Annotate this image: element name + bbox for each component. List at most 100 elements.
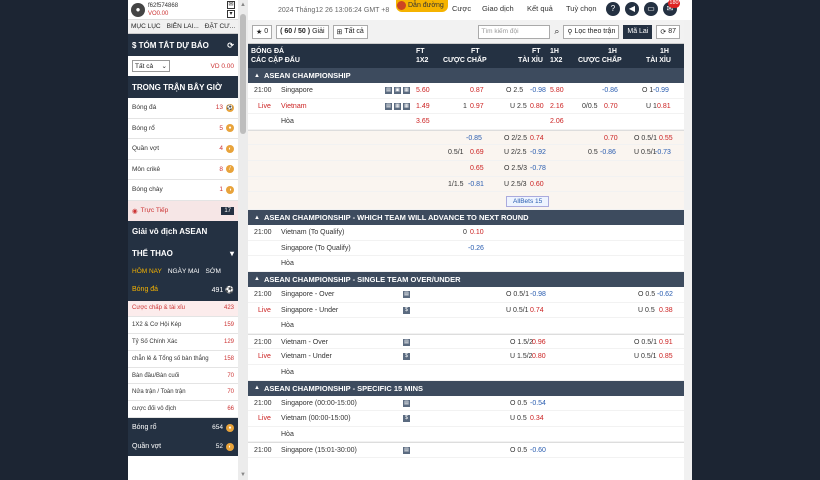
menu-receipts[interactable]: BIÊN LAI... <box>167 23 199 30</box>
sub-item-half-full[interactable]: Nửa trận / Toàn trận 70 <box>128 384 238 402</box>
sports-header[interactable]: THỂ THAO ▾ <box>128 242 238 265</box>
sidebar-item-football[interactable]: Bóng đá 491 ⚽ <box>128 278 238 301</box>
baseball-icon: ◑ <box>226 185 234 194</box>
sub-item-first-last[interactable]: Bàn đầu/Bàn cuối 70 <box>128 367 238 385</box>
table-row: Live Vietnam (00:00-15:00) $ U 0.5 0.34 <box>248 411 684 427</box>
tennis-icon: ◐ <box>226 442 234 451</box>
clock: 2024 Tháng12 26 13:06:24 GMT +8 <box>278 6 390 14</box>
sidebar-item-live-tennis[interactable]: Quần vợt 4 ◐ <box>128 139 238 160</box>
sub-item-odd-even[interactable]: chẵn lẻ & Tổng số bàn thắng 158 <box>128 350 238 368</box>
sidebar-item-live-basketball[interactable]: Bóng rổ 5 ● <box>128 118 238 139</box>
collapse-icon: ▲ <box>254 276 260 283</box>
star-icon: ★ <box>256 28 263 36</box>
dollar-icon: $ <box>403 415 410 423</box>
dollar-icon: $ <box>403 306 410 314</box>
scroll-up-icon: ▲ <box>240 2 246 8</box>
football-icon: ⚽ <box>226 103 234 112</box>
tab-today[interactable]: HÔM NAY <box>132 268 162 275</box>
header-1h-ou: TÀI XỈU <box>646 57 671 64</box>
table-row: 21:00 Singapore (00:00-15:00) ▤ O 0.5 -0.… <box>248 395 684 412</box>
scrollbar-thumb[interactable] <box>240 14 246 134</box>
sidebar-item-live-baseball[interactable]: Bóng chày 1 ◑ <box>128 180 238 201</box>
page-background-left <box>0 0 128 480</box>
chevron-down-icon: ⌄ <box>161 63 167 70</box>
header-ft-2: FT <box>471 48 480 55</box>
odds-type-button[interactable]: Mã Lai <box>623 24 653 39</box>
select-all-button[interactable]: ⊞ Tất cả <box>332 24 368 39</box>
filter-icon: ⚲ <box>567 28 573 36</box>
table-row: Live Singapore - Under $ U 0.5/1 0.74 U 0… <box>248 302 684 319</box>
odds-panel: ★ 0 ( 60 / 50 ) Giải ⊞ Tất cả Tìm kiếm đ… <box>248 20 684 480</box>
notification-badge: 180 <box>668 0 680 8</box>
collapse-icon: ▲ <box>254 385 260 391</box>
league-header[interactable]: ▲ ASEAN CHAMPIONSHIP - SINGLE TEAM OVER/U… <box>248 271 684 287</box>
table-row: Hòa 3.65 2.06 <box>248 114 684 130</box>
sub-item-hdp-ou[interactable]: Cược chấp & tài xỉu 423 <box>128 300 238 318</box>
help-icon[interactable]: ? <box>606 2 620 16</box>
header-1h-1: 1H <box>550 48 559 55</box>
asean-champ-link[interactable]: Giải vô địch ASEAN <box>128 220 238 243</box>
info-icon: ▦ <box>394 102 401 110</box>
grid-icon: ⊞ <box>336 28 343 36</box>
league-header[interactable]: ▲ ASEAN CHAMPIONSHIP - WHICH TEAM WILL AD… <box>248 210 684 226</box>
tab-tomorrow[interactable]: NGÀY MAI <box>168 268 200 275</box>
header-1h-1x2: 1X2 <box>550 57 563 64</box>
main-scrollbar[interactable] <box>684 20 692 480</box>
match-filter-button[interactable]: ⚲ Lọc theo trận <box>563 24 620 39</box>
refresh-button[interactable]: ⟳ 87 <box>656 24 680 39</box>
chevron-down-icon: ▾ <box>229 249 234 258</box>
header-1h-2: 1H <box>608 48 617 55</box>
sidebar-item-live-football[interactable]: Bóng đá 13 ⚽ <box>128 98 238 119</box>
allbets-button[interactable]: AllBets 15 <box>506 196 550 208</box>
sub-item-1x2[interactable]: 1X2 & Cơ Hội Kép 159 <box>128 317 238 335</box>
tab-early[interactable]: SỚM <box>206 268 221 275</box>
envelope-icon[interactable]: ✉ <box>227 1 235 9</box>
menu-bets[interactable]: ĐẶT CƯ... <box>205 23 235 30</box>
match-count-button[interactable]: ( 60 / 50 ) Giải <box>276 24 329 39</box>
team-search-input[interactable]: Tìm kiếm đội <box>478 24 551 39</box>
search-icon[interactable]: ⌕ <box>554 26 559 37</box>
sub-item-correct-score[interactable]: Tỷ Số Chính Xác 129 <box>128 334 238 351</box>
live-icon: ◉ <box>132 207 138 215</box>
sub-item-outright[interactable]: cược đối vô địch 66 <box>128 401 238 419</box>
sidebar-menu: MỤC LỤC BIÊN LAI... ĐẶT CƯ... <box>128 20 238 34</box>
bet-summary-header[interactable]: $ TÓM TẮT DỰ BÁO ⟳ <box>128 34 238 56</box>
sidebar-item-live-stream[interactable]: ◉ Trực Tiếp 17 <box>128 200 238 221</box>
filter-select[interactable]: Tất cả ⌄ <box>132 60 170 72</box>
cricket-icon: / <box>226 165 234 174</box>
favorites-button[interactable]: ★ 0 <box>252 24 273 39</box>
avatar[interactable]: ● <box>131 2 145 17</box>
table-row: Hòa <box>248 364 684 381</box>
nav-options[interactable]: Tuỳ chọn <box>566 4 597 13</box>
sidebar-scrollbar[interactable]: ▲ ▼ <box>238 0 248 480</box>
league-header[interactable]: ▲ ASEAN CHAMPIONSHIP <box>248 68 684 83</box>
table-row: 21:00 Vietnam - Over ▤ O 1.5/2 0.96 O 0.5… <box>248 333 684 350</box>
nav-results[interactable]: Kết quả <box>527 4 553 13</box>
sidebar-item-live-cricket[interactable]: Môn crikê 8/ <box>128 159 238 180</box>
dropdown-icon[interactable]: ▾ <box>227 10 235 18</box>
table-row: 1/1.5 -0.81 U 2.5/3 0.60 <box>248 176 684 193</box>
summary-filter: Tất cả ⌄ VD 0.00 <box>128 56 238 76</box>
table-row: 21:00 Vietnam (To Qualify) 0 0.10 <box>248 225 684 241</box>
table-row: Hòa <box>248 318 684 334</box>
guide-button[interactable]: Dẫn đường <box>396 0 448 12</box>
tv-icon: ▣ <box>394 87 401 94</box>
dollar-icon: $ <box>403 353 410 361</box>
table-row: Live Vietnam - Under $ U 1.5/2 0.80 U 0.5… <box>248 349 684 365</box>
live-now-header[interactable]: TRONG TRẬN BÂY GIỜ <box>128 76 238 98</box>
header-1h-hdp: CƯỢC CHẤP <box>578 57 622 64</box>
league-header[interactable]: ▲ ASEAN CHAMPIONSHIP - SPECIFIC 15 MINS <box>248 380 684 396</box>
sports-tabs: HÔM NAY NGÀY MAI SỚM <box>128 264 238 279</box>
summary-balance: VD 0.00 <box>210 62 235 70</box>
refresh-icon[interactable]: ⟳ <box>227 41 234 50</box>
screen-icon[interactable]: ▭ <box>644 2 658 16</box>
chart-icon: ▦ <box>403 87 410 94</box>
sound-icon[interactable]: ◀ <box>625 2 639 16</box>
table-row: AllBets 15 <box>248 192 684 211</box>
user-panel: ● f62f574868 VO0.00 ✉ ▾ <box>128 0 238 20</box>
sidebar-item-tennis[interactable]: Quần vợt 52 ◐ <box>128 437 238 457</box>
nav-bets[interactable]: Cược <box>452 4 471 13</box>
menu-index[interactable]: MỤC LỤC <box>131 23 161 30</box>
sidebar-item-basketball[interactable]: Bóng rổ 654 ● <box>128 418 238 438</box>
nav-transactions[interactable]: Giao dịch <box>482 4 514 13</box>
